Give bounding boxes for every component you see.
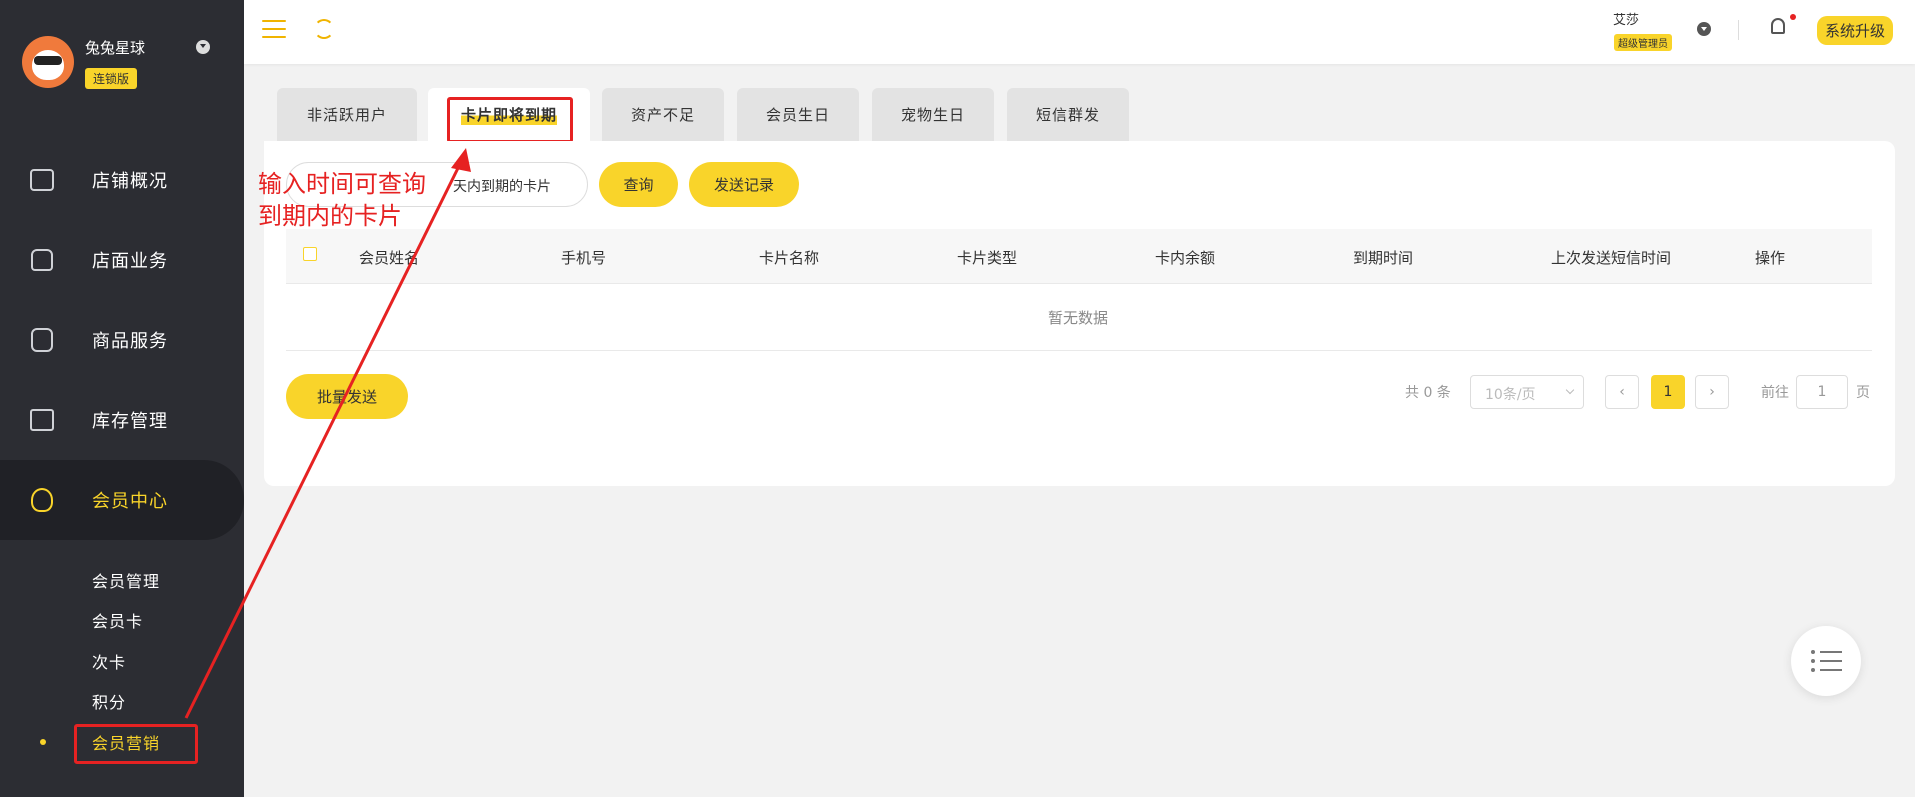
user-menu-chevron-icon[interactable] <box>1697 22 1711 36</box>
nav-item-member-center[interactable]: 会员中心 <box>0 460 244 540</box>
page-suffix: 页 <box>1856 385 1870 401</box>
tab-label: 宠物生日 <box>900 106 965 124</box>
batch-send-button[interactable]: 批量发送 <box>286 374 408 419</box>
hamburger-menu-icon[interactable] <box>262 20 286 38</box>
list-icon-line <box>1820 660 1842 662</box>
avatar-face <box>32 50 64 80</box>
page-size-select[interactable]: 10条/页 <box>1470 375 1584 409</box>
refresh-icon[interactable] <box>314 19 334 39</box>
nav-item-product-services[interactable]: 商品服务 <box>0 300 244 380</box>
next-page-button[interactable]: › <box>1695 375 1729 409</box>
member-icon <box>28 486 56 514</box>
chevron-right-icon: › <box>1709 384 1715 400</box>
tab-sms-broadcast[interactable]: 短信群发 <box>1007 88 1129 141</box>
nav-item-store-overview[interactable]: 店铺概况 <box>0 140 244 220</box>
shopping-bag-icon <box>28 326 56 354</box>
active-indicator-dot <box>40 739 46 745</box>
store-avatar <box>22 36 74 88</box>
nav-item-label: 会员中心 <box>92 491 168 512</box>
monitor-icon <box>28 166 56 194</box>
tab-label: 资产不足 <box>630 106 695 124</box>
column-header: 手机号 <box>561 249 607 267</box>
days-input-suffix: 天内到期的卡片 <box>453 179 551 195</box>
goto-label: 前往 <box>1761 385 1789 401</box>
user-role-badge: 超级管理员 <box>1614 34 1672 51</box>
nav-item-label: 店面业务 <box>92 251 168 272</box>
house-icon <box>28 246 56 274</box>
list-icon-dot <box>1811 668 1815 672</box>
header-divider <box>1738 20 1739 40</box>
user-name: 艾莎 <box>1613 13 1640 28</box>
query-button[interactable]: 查询 <box>599 162 678 207</box>
chevron-down-icon <box>1565 385 1575 395</box>
tab-insufficient-assets[interactable]: 资产不足 <box>602 88 724 141</box>
pagination-total: 共 0 条 <box>1405 385 1451 401</box>
bell-icon[interactable] <box>1771 18 1785 34</box>
tab-label: 非活跃用户 <box>306 106 387 124</box>
list-icon-dot <box>1811 650 1815 654</box>
tab-member-birthday[interactable]: 会员生日 <box>737 88 859 141</box>
column-header: 操作 <box>1755 249 1786 267</box>
tab-inactive-users[interactable]: 非活跃用户 <box>277 88 417 141</box>
column-header: 上次发送短信时间 <box>1551 249 1672 267</box>
highlight-box-tab <box>447 97 573 143</box>
annotation-text: 输入时间可查询 到期内的卡片 <box>258 168 426 232</box>
store-edition-badge: 连锁版 <box>85 68 138 89</box>
annotation-line-1: 输入时间可查询 <box>258 170 426 198</box>
warehouse-icon <box>28 406 56 434</box>
nav-item-label: 商品服务 <box>92 331 168 352</box>
avatar-glasses <box>34 56 62 65</box>
column-header: 卡片名称 <box>759 249 820 267</box>
sub-item-times-card[interactable]: 次卡 <box>92 649 126 673</box>
column-header: 会员姓名 <box>359 249 420 267</box>
top-header: 艾莎 超级管理员 系统升级 <box>244 0 1915 64</box>
column-header: 到期时间 <box>1353 249 1414 267</box>
goto-page-input[interactable]: 1 <box>1796 375 1848 409</box>
nav-item-label: 店铺概况 <box>92 171 168 192</box>
nav-item-label: 库存管理 <box>92 411 168 432</box>
select-all-checkbox[interactable] <box>303 247 317 261</box>
nav-item-store-business[interactable]: 店面业务 <box>0 220 244 300</box>
page-size-value: 10条/页 <box>1485 387 1536 403</box>
list-icon-line <box>1820 651 1842 653</box>
list-icon-line <box>1820 669 1842 671</box>
table-header: 会员姓名 手机号 卡片名称 卡片类型 卡内余额 到期时间 上次发送短信时间 操作 <box>286 229 1872 284</box>
store-header[interactable]: 兔兔星球 连锁版 <box>0 0 244 140</box>
column-header: 卡片类型 <box>957 249 1018 267</box>
chevron-down-icon[interactable] <box>196 40 210 54</box>
sub-item-member-card[interactable]: 会员卡 <box>92 608 143 632</box>
highlight-box-member-marketing <box>74 724 198 764</box>
current-page-button[interactable]: 1 <box>1651 375 1685 409</box>
nav-item-inventory[interactable]: 库存管理 <box>0 380 244 460</box>
chevron-left-icon: ‹ <box>1619 384 1625 400</box>
empty-text: 暂无数据 <box>1048 309 1109 327</box>
sub-item-member-management[interactable]: 会员管理 <box>92 568 160 592</box>
system-upgrade-button[interactable]: 系统升级 <box>1817 16 1894 45</box>
column-header: 卡内余额 <box>1155 249 1216 267</box>
annotation-line-2: 到期内的卡片 <box>258 202 402 230</box>
tab-label: 会员生日 <box>765 106 830 124</box>
sub-item-points[interactable]: 积分 <box>92 689 126 713</box>
send-record-button[interactable]: 发送记录 <box>689 162 799 207</box>
floating-list-button[interactable] <box>1791 626 1861 696</box>
notification-dot <box>1790 14 1796 20</box>
sidebar: 兔兔星球 连锁版 店铺概况 店面业务 商品服务 库存管理 会员中心 会员管理 会… <box>0 0 244 797</box>
prev-page-button[interactable]: ‹ <box>1605 375 1639 409</box>
tab-label: 短信群发 <box>1035 106 1100 124</box>
list-icon-dot <box>1811 659 1815 663</box>
tab-pet-birthday[interactable]: 宠物生日 <box>872 88 994 141</box>
store-name: 兔兔星球 <box>85 39 146 57</box>
table-empty-row: 暂无数据 <box>286 285 1872 351</box>
